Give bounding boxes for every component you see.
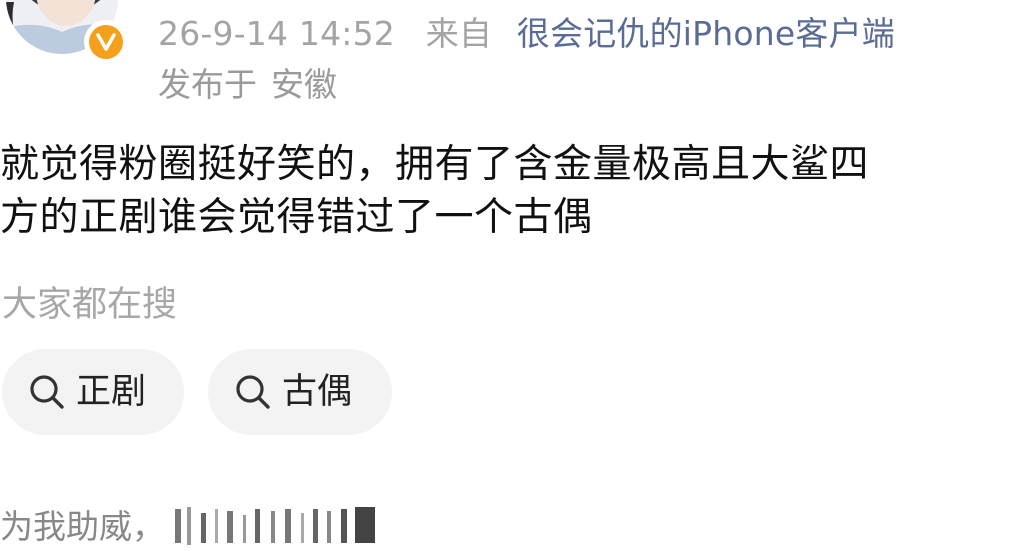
from-label: 来自 bbox=[425, 14, 493, 53]
search-icon bbox=[30, 375, 64, 409]
partial-next-line: 为我助威， bbox=[0, 505, 385, 549]
trending-search-label: 大家都在搜 bbox=[2, 285, 178, 325]
client-source-link[interactable]: 很会记仇的iPhone客户端 bbox=[517, 14, 895, 53]
post-text-line: 方的正剧谁会觉得错过了一个古偶 bbox=[0, 195, 593, 240]
location-value: 安徽 bbox=[271, 65, 337, 104]
search-chip-guou[interactable]: 古偶 bbox=[208, 349, 392, 435]
post-meta: 26-9-14 14:52 来自 很会记仇的iPhone客户端 bbox=[158, 12, 895, 56]
cropped-text-fragment bbox=[175, 505, 385, 549]
post-text-line: 就觉得粉圈挺好笑的，拥有了含金量极高且大鲨四 bbox=[0, 142, 870, 187]
verified-v-icon bbox=[89, 25, 123, 59]
author-avatar-group[interactable]: 西八 bbox=[6, 0, 128, 64]
post-location: 发布于 安徽 bbox=[158, 63, 337, 107]
search-chip-label: 古偶 bbox=[282, 372, 353, 412]
post-timestamp: 26-9-14 14:52 bbox=[158, 14, 395, 53]
verified-badge bbox=[84, 20, 128, 64]
search-chip-label: 正剧 bbox=[76, 372, 147, 412]
post-text: 就觉得粉圈挺好笑的，拥有了含金量极高且大鲨四 方的正剧谁会觉得错过了一个古偶 bbox=[0, 138, 1020, 244]
weibo-post-view: 西八 26-9-14 14:52 来自 很会记仇的iPhone客户端 发布于安徽… bbox=[0, 0, 1027, 551]
search-icon bbox=[236, 375, 270, 409]
location-prefix: 发布于 bbox=[158, 65, 257, 104]
search-chip-zhengju[interactable]: 正剧 bbox=[2, 349, 184, 435]
partial-text: 为我助威， bbox=[0, 507, 165, 546]
